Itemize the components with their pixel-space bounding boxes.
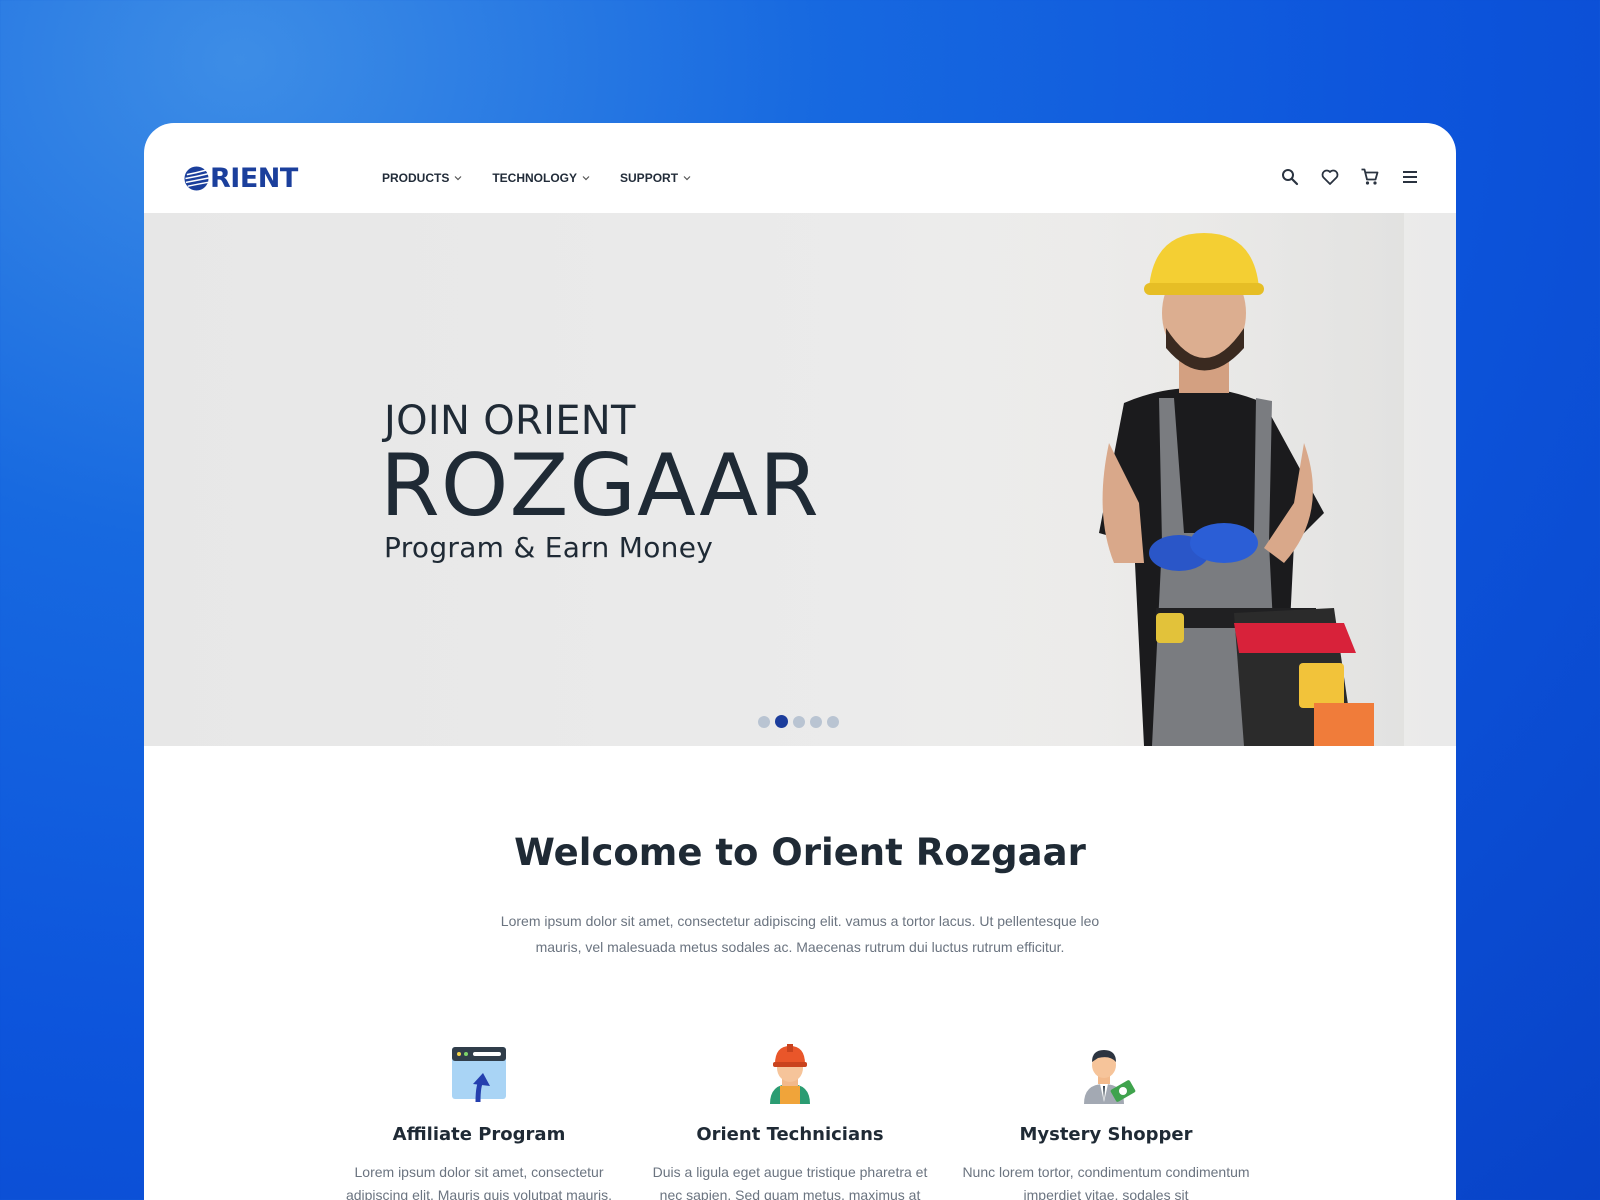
chevron-down-icon (582, 176, 590, 181)
carousel-dot[interactable] (827, 716, 839, 728)
main-nav: PRODUCTS TECHNOLOGY SUPPORT (382, 171, 721, 185)
cart-button[interactable] (1360, 167, 1380, 187)
shopper-icon (1084, 1050, 1136, 1104)
logo-text: RIENT (210, 163, 298, 194)
feature-technicians[interactable]: Orient Technicians Duis a ligula eget au… (645, 1040, 935, 1200)
carousel-dot[interactable] (810, 716, 822, 728)
wishlist-button[interactable] (1320, 167, 1340, 187)
menu-icon (1403, 171, 1417, 183)
welcome-description: Lorem ipsum dolor sit amet, consectetur … (500, 913, 1100, 955)
technician-icon (770, 1044, 810, 1104)
chevron-down-icon (683, 176, 691, 181)
chevron-down-icon (454, 176, 462, 181)
hero-banner: JOIN ORIENT ROZGAAR Program & Earn Money (144, 213, 1456, 746)
carousel-dot-active[interactable] (775, 715, 788, 728)
worker-photo (934, 213, 1404, 746)
logo-globe-icon (184, 166, 209, 191)
nav-products[interactable]: PRODUCTS (382, 171, 462, 185)
hero-subtitle: Program & Earn Money (384, 531, 714, 564)
hero-title: ROZGAAR (380, 436, 820, 536)
feature-affiliate[interactable]: Affiliate Program Lorem ipsum dolor sit … (334, 1040, 624, 1200)
nav-products-label: PRODUCTS (382, 171, 450, 185)
feature-title: Mystery Shopper (1019, 1124, 1193, 1145)
page-card: RIENT PRODUCTS TECHNOLOGY SUPPORT JOIN O… (144, 123, 1456, 1200)
cart-icon (1361, 168, 1379, 185)
feature-description: Nunc lorem tortor, condimentum condiment… (962, 1164, 1250, 1200)
nav-technology-label: TECHNOLOGY (492, 171, 578, 185)
nav-technology[interactable]: TECHNOLOGY (492, 171, 590, 185)
search-icon (1282, 169, 1299, 186)
feature-mystery-shopper[interactable]: Mystery Shopper Nunc lorem tortor, condi… (961, 1040, 1251, 1200)
welcome-title: Welcome to Orient Rozgaar (514, 831, 1086, 874)
heart-icon (1321, 169, 1339, 185)
feature-title: Orient Technicians (696, 1124, 884, 1145)
site-header: RIENT PRODUCTS TECHNOLOGY SUPPORT (144, 123, 1456, 213)
hero-text: JOIN ORIENT ROZGAAR Program & Earn Money (380, 399, 820, 565)
upload-window-icon (452, 1047, 506, 1103)
carousel-dots (758, 715, 844, 728)
feature-description: Duis a ligula eget augue tristique phare… (652, 1164, 928, 1200)
menu-button[interactable] (1400, 167, 1420, 187)
carousel-dot[interactable] (793, 716, 805, 728)
carousel-dot[interactable] (758, 716, 770, 728)
nav-support-label: SUPPORT (620, 171, 679, 185)
feature-description: Lorem ipsum dolor sit amet, consectetur … (345, 1164, 613, 1200)
search-button[interactable] (1280, 167, 1300, 187)
header-actions (1260, 167, 1420, 187)
brand-logo[interactable]: RIENT (184, 165, 298, 192)
nav-support[interactable]: SUPPORT (620, 171, 691, 185)
feature-title: Affiliate Program (392, 1124, 566, 1145)
